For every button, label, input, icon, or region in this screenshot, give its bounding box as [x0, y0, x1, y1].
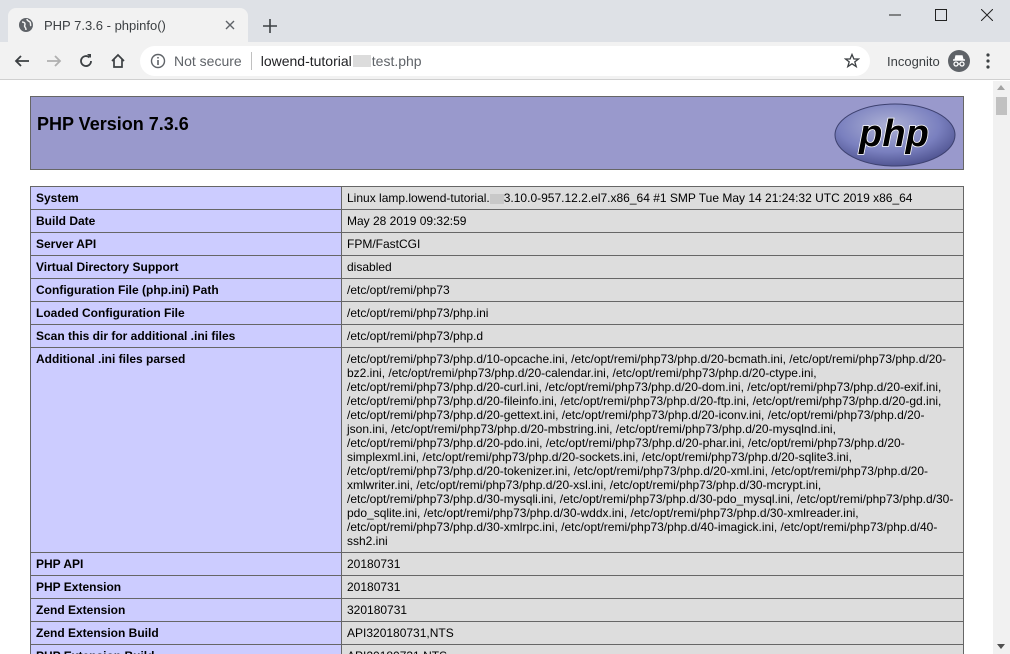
url-path: test.php	[371, 53, 422, 69]
scrollbar-thumb[interactable]	[996, 97, 1007, 115]
scroll-down-icon[interactable]	[997, 644, 1005, 649]
new-tab-icon[interactable]	[258, 14, 282, 38]
row-value: May 28 2019 09:32:59	[341, 209, 964, 233]
row-label: Build Date	[30, 209, 342, 233]
table-row: System Linux lamp.lowend-tutorial. 3.10.0…	[30, 186, 964, 210]
row-value: disabled	[341, 255, 964, 279]
tab-title: PHP 7.3.6 - phpinfo()	[44, 17, 166, 33]
info-icon[interactable]	[150, 53, 166, 69]
table-row: Server API FPM/FastCGI	[30, 232, 964, 256]
row-value: 320180731	[341, 598, 964, 622]
forward-icon[interactable]	[42, 49, 66, 73]
php-version-header: PHP Version 7.3.6 php	[30, 96, 964, 170]
row-value: /etc/opt/remi/php73	[341, 278, 964, 302]
redaction-mask	[489, 193, 504, 204]
browser-titlebar: PHP 7.3.6 - phpinfo()	[0, 0, 1010, 42]
row-label: Configuration File (php.ini) Path	[30, 278, 342, 302]
table-row: Loaded Configuration File /etc/opt/remi/…	[30, 301, 964, 325]
row-value: /etc/opt/remi/php73/php.d/10-opcache.ini…	[341, 347, 964, 553]
system-value-part1: Linux lamp.lowend-tutorial.	[347, 191, 490, 205]
row-value: FPM/FastCGI	[341, 232, 964, 256]
row-label: Additional .ini files parsed	[30, 347, 342, 553]
url-host: lowend-tutorial	[260, 53, 352, 69]
browser-tab[interactable]: PHP 7.3.6 - phpinfo()	[8, 8, 248, 42]
incognito-icon	[947, 50, 970, 72]
globe-icon	[18, 17, 34, 33]
table-row: Zend Extension 320180731	[30, 598, 964, 622]
row-label: Zend Extension	[30, 598, 342, 622]
home-icon[interactable]	[106, 49, 130, 73]
omnibox-separator	[250, 52, 252, 70]
table-row: Build Date May 28 2019 09:32:59	[30, 209, 964, 233]
php-info-table: System Linux lamp.lowend-tutorial. 3.10.0…	[30, 186, 964, 654]
scroll-up-icon[interactable]	[997, 85, 1005, 90]
row-label: PHP API	[30, 552, 342, 576]
row-label: PHP Extension Build	[30, 644, 342, 654]
row-value: API320180731,NTS	[341, 621, 964, 645]
row-value: API20180731,NTS	[341, 644, 964, 654]
php-logo[interactable]: php	[833, 102, 957, 168]
reload-icon[interactable]	[74, 49, 98, 73]
table-row: PHP Extension 20180731	[30, 575, 964, 599]
row-label: Server API	[30, 232, 342, 256]
row-label: System	[30, 186, 342, 210]
system-value-part2: 3.10.0-957.12.2.el7.x86_64 #1 SMP Tue Ma…	[503, 191, 913, 205]
row-label: Scan this dir for additional .ini files	[30, 324, 342, 348]
vertical-scrollbar[interactable]	[993, 81, 1010, 654]
incognito-label: Incognito	[887, 53, 940, 69]
browser-toolbar: Not secure lowend-tutorial test.php	[0, 42, 1010, 80]
row-value: /etc/opt/remi/php73/php.ini	[341, 301, 964, 325]
security-label: Not secure	[174, 53, 242, 69]
row-value: 20180731	[341, 552, 964, 576]
table-row: Virtual Directory Support disabled	[30, 255, 964, 279]
php-logo-text: php	[858, 113, 929, 155]
row-label: Virtual Directory Support	[30, 255, 342, 279]
table-row: PHP API 20180731	[30, 552, 964, 576]
maximize-icon[interactable]	[918, 0, 964, 30]
table-row: Zend Extension Build API320180731,NTS	[30, 621, 964, 645]
back-icon[interactable]	[10, 49, 34, 73]
table-row: Configuration File (php.ini) Path /etc/o…	[30, 278, 964, 302]
row-label: Loaded Configuration File	[30, 301, 342, 325]
row-label: Zend Extension Build	[30, 621, 342, 645]
table-row: Additional .ini files parsed /etc/opt/re…	[30, 347, 964, 553]
close-tab-icon[interactable]	[222, 17, 238, 33]
page-viewport[interactable]: PHP Version 7.3.6 php System Linux lamp.…	[0, 81, 993, 654]
incognito-indicator: Incognito	[887, 42, 970, 80]
url-redaction	[352, 55, 371, 67]
bookmark-star-icon[interactable]	[843, 52, 861, 69]
address-bar[interactable]: Not secure lowend-tutorial test.php	[140, 46, 870, 76]
menu-kebab-icon[interactable]	[978, 49, 998, 73]
row-value: 20180731	[341, 575, 964, 599]
row-value: Linux lamp.lowend-tutorial. 3.10.0-957.12…	[341, 186, 964, 210]
minimize-icon[interactable]	[872, 0, 918, 30]
close-window-icon[interactable]	[964, 0, 1010, 30]
row-label: PHP Extension	[30, 575, 342, 599]
page-title: PHP Version 7.3.6	[37, 114, 189, 134]
row-value: /etc/opt/remi/php73/php.d	[341, 324, 964, 348]
table-row: PHP Extension Build API20180731,NTS	[30, 644, 964, 654]
table-row: Scan this dir for additional .ini files …	[30, 324, 964, 348]
